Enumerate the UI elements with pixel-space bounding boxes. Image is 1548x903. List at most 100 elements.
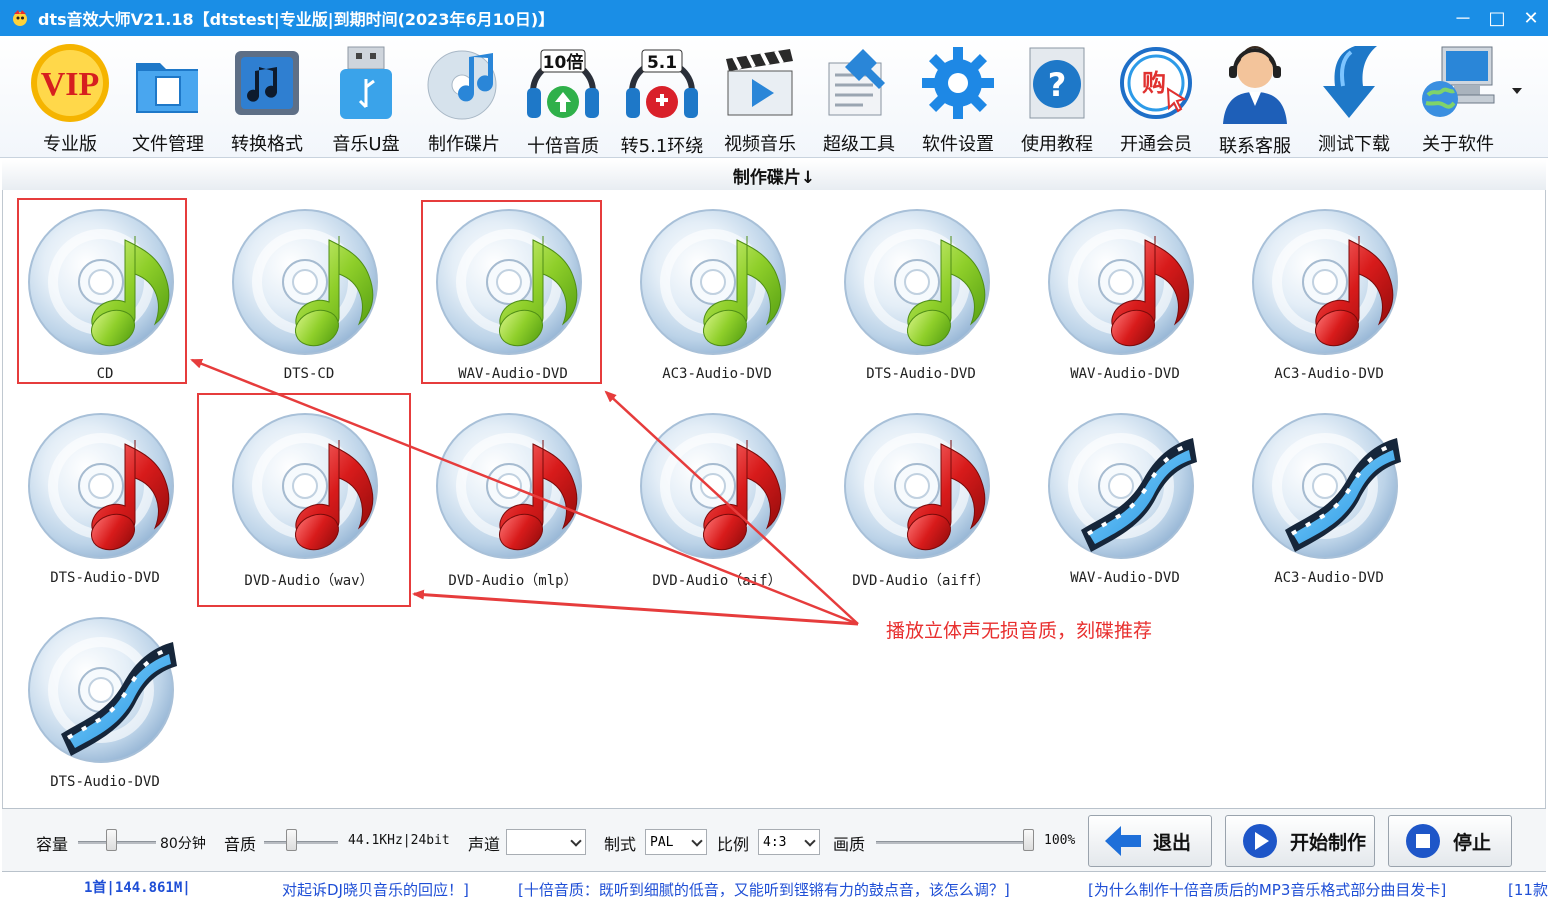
clapperboard-icon xyxy=(718,42,802,124)
status-link[interactable]: [十倍音质：既听到细腻的低音，又能听到铿锵有力的鼓点音，该怎么调？] xyxy=(518,879,1010,900)
app-logo-icon xyxy=(13,10,27,26)
disc-label: DTS-CD xyxy=(283,366,335,382)
disc-label: DTS-Audio-DVD xyxy=(50,774,160,790)
usb-drive-icon xyxy=(324,42,408,124)
picture-value: 100% xyxy=(1044,833,1076,848)
toolbar-test-download[interactable]: 测试下载 xyxy=(1306,42,1402,156)
disc-item[interactable]: AC3-Audio-DVD xyxy=(1239,402,1419,592)
disc-red-note-icon xyxy=(1251,206,1407,362)
disc-item[interactable]: WAV-Audio-DVD xyxy=(1035,198,1215,388)
disc-item[interactable]: DVD-Audio（aif） xyxy=(627,402,807,592)
svg-text:?: ? xyxy=(1048,66,1067,104)
disc-music-icon xyxy=(422,42,506,124)
tools-icon xyxy=(817,42,901,124)
disc-label: DVD-Audio（aiff） xyxy=(852,573,990,589)
toolbar-label: 音乐U盘 xyxy=(332,134,400,155)
toolbar-super-tools[interactable]: 超级工具 xyxy=(811,42,907,156)
toolbar-label: 专业版 xyxy=(43,134,97,155)
picture-slider-thumb[interactable] xyxy=(1023,829,1034,851)
disc-item[interactable]: WAV-Audio-DVD xyxy=(1035,402,1215,592)
toolbar-convert-format[interactable]: 转换格式 xyxy=(219,42,315,156)
minimize-button[interactable]: － xyxy=(1446,0,1480,36)
quality-slider-thumb[interactable] xyxy=(286,829,298,851)
system-select[interactable]: PAL xyxy=(645,829,707,855)
music-convert-icon xyxy=(225,42,309,124)
disc-item[interactable]: DVD-Audio（mlp） xyxy=(423,402,603,592)
title-bar: dts音效大师V21.18【dtstest|专业版|到期时间(2023年6月10… xyxy=(0,0,1548,36)
ratio-select[interactable]: 4:3 xyxy=(758,829,820,855)
toolbar-membership[interactable]: 购 开通会员 xyxy=(1108,42,1204,156)
disc-label: DVD-Audio（mlp） xyxy=(448,573,578,589)
toolbar-label: 制作碟片 xyxy=(428,134,500,155)
capacity-value: 80分钟 xyxy=(160,836,206,852)
picture-slider-track[interactable] xyxy=(876,841,1034,844)
toolbar-label: 视频音乐 xyxy=(724,134,796,155)
toolbar-file-manager[interactable]: 文件管理 xyxy=(120,42,216,156)
exit-label: 退出 xyxy=(1153,831,1192,854)
highlight-box-wav-audio-dvd xyxy=(421,200,602,384)
play-icon xyxy=(1240,821,1280,861)
download-arrow-icon xyxy=(1312,42,1396,124)
disc-film-icon xyxy=(1251,410,1407,566)
disc-item[interactable]: AC3-Audio-DVD xyxy=(627,198,807,388)
disc-item[interactable]: DTS-Audio-DVD xyxy=(15,606,195,796)
toolbar-music-usb[interactable]: 音乐U盘 xyxy=(318,42,414,156)
stop-label: 停止 xyxy=(1453,831,1492,854)
bottom-control-bar: 容量 80分钟 音质 44.1KHz|24bit 声道 制式 PAL 比例 4:… xyxy=(2,808,1546,872)
support-agent-icon xyxy=(1213,42,1297,126)
toolbar-software-settings[interactable]: 软件设置 xyxy=(910,42,1006,156)
surround-badge: 5.1 xyxy=(647,53,677,73)
start-button[interactable]: 开始制作 xyxy=(1225,815,1375,867)
status-link[interactable]: [为什么制作十倍音质后的MP3音乐格式部分曲目发卡] xyxy=(1088,879,1446,900)
toolbar-vip[interactable]: VIP 专业版 xyxy=(22,42,118,156)
disc-item[interactable]: DTS-Audio-DVD xyxy=(15,402,195,592)
disc-film-icon xyxy=(1047,410,1203,566)
toolbar-convert-51[interactable]: 5.1 转5.1环绕 xyxy=(614,42,710,157)
exit-button[interactable]: 退出 xyxy=(1088,815,1212,867)
chevron-down-icon xyxy=(804,835,816,847)
disc-label: WAV-Audio-DVD xyxy=(1070,570,1180,586)
channel-label: 声道 xyxy=(468,835,501,854)
disc-label: DVD-Audio（aif） xyxy=(652,573,782,589)
disc-item[interactable]: DTS-CD xyxy=(219,198,399,388)
disc-item[interactable]: DVD-Audio（aiff） xyxy=(831,402,1011,592)
section-title: 制作碟片↓ xyxy=(2,160,1546,190)
maximize-button[interactable]: □ xyxy=(1480,0,1514,36)
disc-label: AC3-Audio-DVD xyxy=(662,366,772,382)
status-link[interactable]: [11款 xyxy=(1508,879,1548,900)
close-button[interactable]: ✕ xyxy=(1514,0,1548,36)
stop-button[interactable]: 停止 xyxy=(1388,815,1512,867)
svg-text:VIP: VIP xyxy=(41,66,100,103)
quality-label: 音质 xyxy=(224,835,257,854)
toolbar-label: 软件设置 xyxy=(922,134,994,155)
toolbar-make-disc[interactable]: 制作碟片 xyxy=(416,42,512,156)
start-label: 开始制作 xyxy=(1290,831,1367,854)
arrow-left-icon xyxy=(1103,821,1143,861)
disc-red-note-icon xyxy=(27,410,183,566)
toolbar-label: 关于软件 xyxy=(1422,134,1494,155)
disc-item[interactable]: DTS-Audio-DVD xyxy=(831,198,1011,388)
toolbar-overflow-chevron-icon[interactable] xyxy=(1512,88,1522,94)
shop-icon: 购 xyxy=(1114,42,1198,124)
toolbar-label: 转5.1环绕 xyxy=(620,136,704,157)
quality-value: 44.1KHz|24bit xyxy=(348,833,450,848)
capacity-slider-thumb[interactable] xyxy=(106,829,118,851)
picture-label: 画质 xyxy=(833,835,866,854)
toolbar-video-music[interactable]: 视频音乐 xyxy=(712,42,808,156)
stop-icon xyxy=(1403,821,1443,861)
toolbar-ten-times-quality[interactable]: 10倍 十倍音质 xyxy=(515,42,611,157)
toolbar-contact-support[interactable]: 联系客服 xyxy=(1207,42,1303,157)
status-link[interactable]: 对起诉DJ晓贝音乐的回应！] xyxy=(282,879,469,900)
toolbar-label: 超级工具 xyxy=(823,134,895,155)
channel-select[interactable] xyxy=(506,829,586,855)
toolbar-about[interactable]: 关于软件 xyxy=(1410,42,1506,156)
annotation-text: 播放立体声无损音质，刻碟推荐 xyxy=(886,620,1153,642)
chevron-down-icon xyxy=(570,835,582,847)
vip-icon: VIP xyxy=(28,42,112,124)
disc-label: DTS-Audio-DVD xyxy=(50,570,160,586)
quality-slider-track[interactable] xyxy=(264,841,338,844)
ten-times-badge: 10倍 xyxy=(543,52,584,73)
toolbar-tutorial[interactable]: ? 使用教程 xyxy=(1009,42,1105,156)
disc-item[interactable]: AC3-Audio-DVD xyxy=(1239,198,1419,388)
disc-green-note-icon xyxy=(843,206,999,362)
